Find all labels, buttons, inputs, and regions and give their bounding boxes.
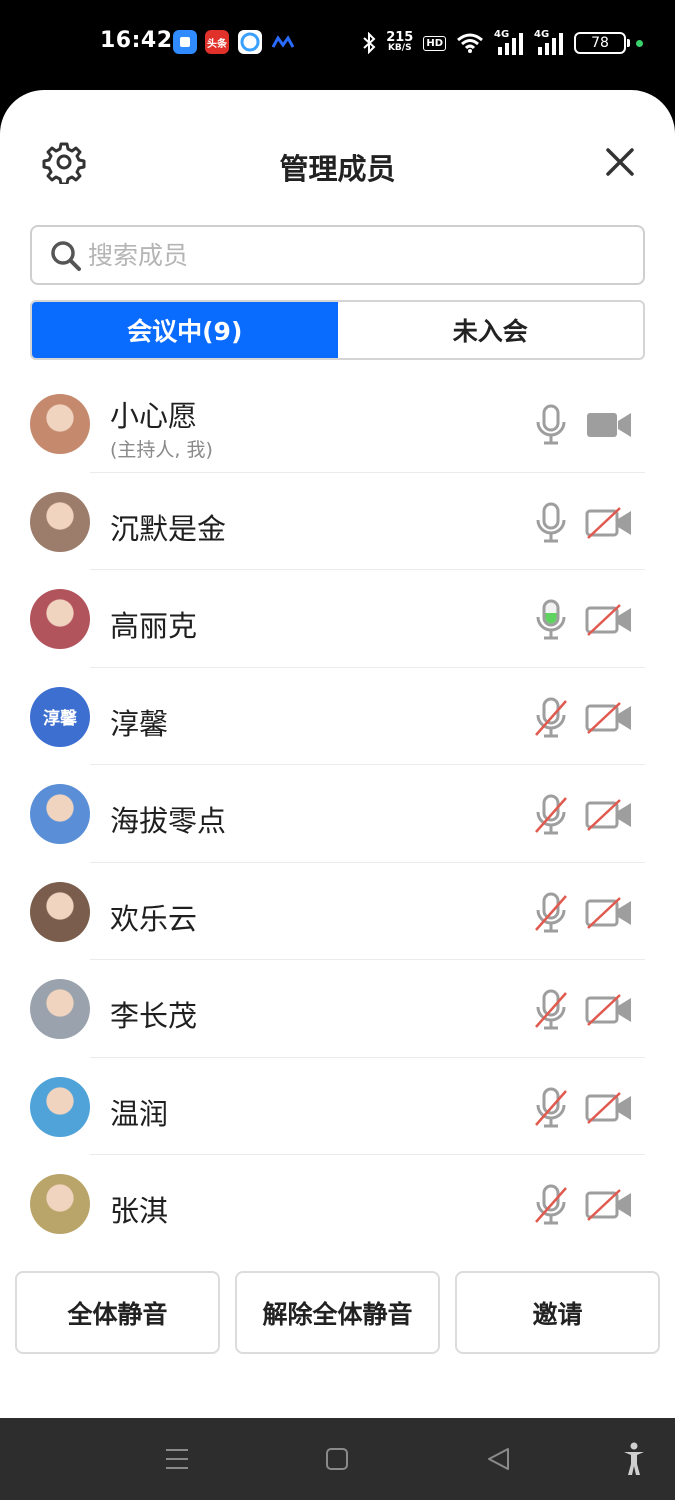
microphone-icon[interactable] bbox=[532, 502, 570, 544]
member-row[interactable]: 欢乐云 bbox=[0, 863, 675, 960]
mic-muted-icon[interactable] bbox=[532, 1184, 570, 1226]
member-row[interactable]: 李长茂 bbox=[0, 960, 675, 1058]
close-button[interactable] bbox=[600, 142, 640, 182]
mic-muted-icon[interactable] bbox=[532, 892, 570, 934]
back-icon[interactable] bbox=[486, 1446, 512, 1472]
avatar bbox=[30, 881, 90, 942]
avatar bbox=[30, 784, 90, 844]
camera-off-icon[interactable] bbox=[585, 896, 633, 930]
status-time: 16:42 bbox=[100, 28, 173, 53]
home-icon[interactable] bbox=[325, 1447, 349, 1471]
avatar bbox=[30, 491, 90, 552]
member-row[interactable]: 淳馨 淳馨 bbox=[0, 668, 675, 765]
member-row[interactable]: 沉默是金 bbox=[0, 473, 675, 570]
camera-off-icon[interactable] bbox=[585, 603, 633, 637]
mic-muted-icon[interactable] bbox=[532, 1087, 570, 1129]
member-row[interactable]: 温润 bbox=[0, 1058, 675, 1155]
tab-not-joined[interactable]: 未入会 bbox=[338, 302, 644, 358]
member-row[interactable]: 小心愿 (主持人, 我) bbox=[0, 375, 675, 473]
member-name: 李长茂 bbox=[110, 999, 198, 1033]
menu-icon[interactable] bbox=[164, 1446, 190, 1472]
camera-off-icon[interactable] bbox=[585, 993, 633, 1027]
search-input[interactable] bbox=[88, 235, 628, 275]
microphone-icon[interactable] bbox=[532, 599, 570, 641]
member-row[interactable]: 海拔零点 bbox=[0, 765, 675, 863]
net-speed: 215 KB/S bbox=[386, 30, 414, 53]
sheet-title: 管理成员 bbox=[279, 152, 396, 186]
hd-voice-icon: HD bbox=[423, 35, 446, 51]
member-role: (主持人, 我) bbox=[110, 439, 213, 461]
camera-off-icon[interactable] bbox=[585, 701, 633, 735]
app-icon-blue bbox=[173, 30, 197, 54]
member-name: 沉默是金 bbox=[110, 511, 227, 546]
system-nav-bar bbox=[0, 1418, 675, 1500]
mic-muted-icon[interactable] bbox=[532, 989, 570, 1031]
member-list: 小心愿 (主持人, 我) 沉默是金高丽克淳馨 淳馨海拔零点欢乐云李长茂温润张淇 bbox=[0, 375, 675, 1253]
camera-off-icon[interactable] bbox=[585, 1091, 633, 1125]
member-name: 高丽克 bbox=[110, 609, 198, 643]
search-icon bbox=[51, 241, 81, 271]
member-row[interactable]: 张淇 bbox=[0, 1155, 675, 1253]
search-box[interactable] bbox=[30, 225, 645, 285]
member-name: 欢乐云 bbox=[110, 901, 198, 936]
camera-icon[interactable] bbox=[585, 408, 633, 442]
member-name: 淳馨 bbox=[110, 706, 169, 741]
app-icon-cloud bbox=[238, 30, 262, 54]
unmute-all-button[interactable]: 解除全体静音 bbox=[235, 1271, 440, 1354]
mic-muted-icon[interactable] bbox=[532, 794, 570, 836]
toutiao-icon: 头条 bbox=[205, 30, 229, 54]
member-tabs: 会议中(9) 未入会 bbox=[30, 300, 645, 360]
signal-icon-2: 4G bbox=[534, 29, 564, 55]
member-name: 张淇 bbox=[110, 1194, 169, 1228]
member-name: 小心愿 bbox=[110, 399, 198, 433]
avatar: 淳馨 bbox=[30, 686, 90, 747]
camera-off-icon[interactable] bbox=[585, 506, 633, 540]
invite-button[interactable]: 邀请 bbox=[455, 1271, 660, 1354]
mute-all-button[interactable]: 全体静音 bbox=[15, 1271, 220, 1354]
bluetooth-icon bbox=[363, 32, 376, 54]
camera-off-icon[interactable] bbox=[585, 1188, 633, 1222]
privacy-dot bbox=[636, 39, 643, 47]
signal-icon-1: 4G bbox=[494, 29, 524, 55]
member-row[interactable]: 高丽克 bbox=[0, 570, 675, 668]
status-bar: 16:42 头条 215 KB/S HD 4G 4G 78 bbox=[0, 0, 675, 88]
tab-in-meeting[interactable]: 会议中(9) bbox=[32, 302, 338, 358]
avatar bbox=[30, 1076, 90, 1137]
avatar bbox=[30, 1174, 90, 1234]
member-name: 海拔零点 bbox=[110, 804, 227, 838]
app-icon-wave bbox=[271, 34, 295, 53]
manage-members-sheet: 管理成员 会议中(9) 未入会 小心愿 (主持人, 我) 沉默是金高丽克淳馨淳馨海拔… bbox=[0, 90, 675, 1418]
microphone-icon[interactable] bbox=[532, 404, 570, 446]
avatar bbox=[30, 979, 90, 1039]
battery-indicator: 78 bbox=[574, 32, 630, 54]
close-icon bbox=[606, 148, 634, 176]
wifi-icon bbox=[457, 33, 483, 53]
avatar bbox=[30, 589, 90, 649]
avatar bbox=[30, 394, 90, 454]
member-name: 温润 bbox=[110, 1096, 169, 1131]
accessibility-icon[interactable] bbox=[622, 1442, 646, 1476]
mic-muted-icon[interactable] bbox=[532, 697, 570, 739]
camera-off-icon[interactable] bbox=[585, 798, 633, 832]
